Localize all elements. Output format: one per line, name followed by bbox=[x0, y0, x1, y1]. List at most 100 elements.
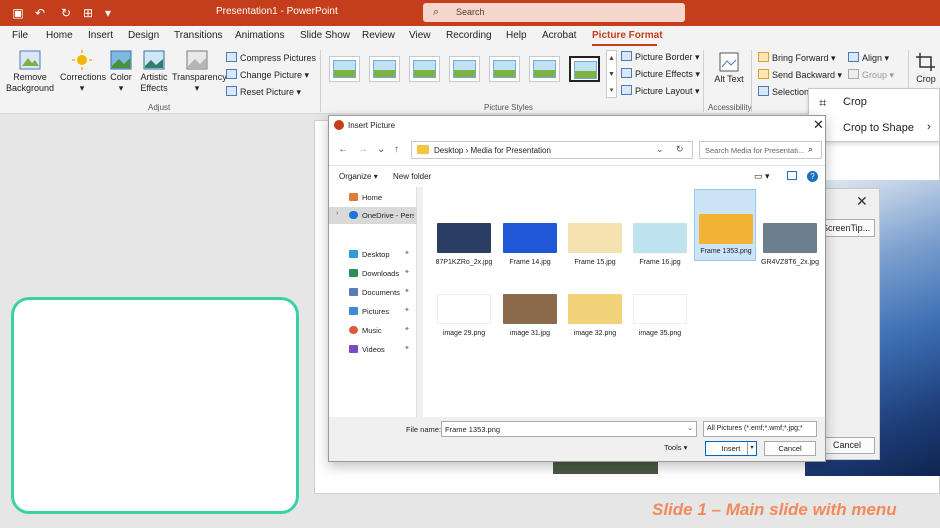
address-bar[interactable]: Desktop › Media for Presentation ⌄ ↻ bbox=[411, 141, 693, 159]
align-icon bbox=[848, 52, 859, 62]
nav-item-desktop[interactable]: Desktop ✦ bbox=[329, 246, 417, 263]
color-button[interactable]: Color ▾ bbox=[106, 50, 136, 94]
picture-style-5[interactable] bbox=[489, 56, 520, 82]
ribbon: Remove Background Corrections ▾ Color ▾ Ar… bbox=[0, 46, 940, 114]
nav-item-videos[interactable]: Videos ✦ bbox=[329, 341, 417, 358]
file-item[interactable]: image 35.png bbox=[629, 284, 691, 354]
divider bbox=[320, 50, 321, 112]
transparency-button[interactable]: Transparency ▾ bbox=[172, 50, 227, 94]
align-button[interactable]: Align ▾ bbox=[848, 52, 889, 64]
up-arrow-icon[interactable]: ↑ bbox=[394, 144, 399, 155]
tools-button[interactable]: Tools ▾ bbox=[664, 443, 687, 452]
tab-transitions[interactable]: Transitions bbox=[174, 30, 223, 41]
file-name-input[interactable]: Frame 1353.png ⌄ bbox=[441, 421, 697, 437]
back-arrow-icon[interactable]: ← bbox=[338, 144, 348, 155]
view-options-icon[interactable]: ▭ ▾ bbox=[754, 171, 770, 182]
redo-icon[interactable]: ↻ bbox=[58, 5, 74, 21]
picture-layout-button[interactable]: Picture Layout ▾ bbox=[621, 85, 700, 97]
selection-pane-button[interactable]: Selection bbox=[758, 86, 809, 97]
file-item[interactable]: 87P1KZRo_2x.jpg bbox=[433, 213, 495, 283]
nav-item-music[interactable]: Music ✦ bbox=[329, 322, 417, 339]
tab-view[interactable]: View bbox=[409, 30, 431, 41]
artistic-effects-button[interactable]: Artistic Effects bbox=[136, 50, 172, 94]
tab-acrobat[interactable]: Acrobat bbox=[542, 30, 576, 41]
file-thumbnail bbox=[763, 223, 817, 253]
dialog-search-input[interactable]: Search Media for Presentati... ⌕ bbox=[699, 141, 822, 159]
forward-arrow-icon[interactable]: → bbox=[358, 144, 368, 155]
insert-button[interactable]: Insert ▾ bbox=[705, 441, 757, 456]
picture-style-3[interactable] bbox=[409, 56, 440, 82]
chevron-down-icon[interactable]: ⌄ bbox=[687, 424, 693, 432]
corrections-button[interactable]: Corrections ▾ bbox=[60, 50, 106, 94]
tab-slide-show[interactable]: Slide Show bbox=[300, 30, 350, 41]
tab-help[interactable]: Help bbox=[506, 30, 527, 41]
picture-style-4[interactable] bbox=[449, 56, 480, 82]
picture-style-2[interactable] bbox=[369, 56, 400, 82]
preview-pane-icon[interactable] bbox=[787, 171, 797, 180]
tab-file[interactable]: File bbox=[12, 30, 28, 41]
nav-item-onedrive[interactable]: › OneDrive - Pers bbox=[329, 207, 417, 224]
picture-style-6[interactable] bbox=[529, 56, 560, 82]
chevron-down-icon[interactable]: ▾ bbox=[747, 442, 756, 455]
slide-thumbnail[interactable] bbox=[11, 297, 299, 514]
file-name: image 29.png bbox=[442, 330, 486, 337]
file-item[interactable]: image 32.png bbox=[564, 284, 626, 354]
nav-item-home[interactable]: Home bbox=[329, 189, 417, 206]
crop-button[interactable]: Crop bbox=[912, 52, 940, 85]
tab-animations[interactable]: Animations bbox=[235, 30, 284, 41]
send-backward-button[interactable]: Send Backward ▾ bbox=[758, 69, 842, 81]
alt-text-button[interactable]: Alt Text bbox=[712, 52, 746, 85]
pin-icon: ✦ bbox=[404, 307, 410, 314]
reset-picture-button[interactable]: Reset Picture ▾ bbox=[226, 86, 301, 98]
refresh-icon[interactable]: ↻ bbox=[676, 144, 684, 155]
file-type-filter[interactable]: All Pictures (*.emf;*.wmf;*.jpg;* bbox=[703, 421, 817, 437]
bring-forward-button[interactable]: Bring Forward ▾ bbox=[758, 52, 836, 64]
transparency-label: Transparency bbox=[172, 72, 227, 82]
file-item[interactable]: GR4VZ8T6_2x.jpg bbox=[759, 213, 821, 283]
tab-home[interactable]: Home bbox=[46, 30, 73, 41]
tab-picture-format[interactable]: Picture Format bbox=[592, 30, 663, 41]
customize-qat-icon[interactable]: ▾ bbox=[100, 5, 116, 21]
tab-design[interactable]: Design bbox=[128, 30, 159, 41]
nav-item-pictures[interactable]: Pictures ✦ bbox=[329, 303, 417, 320]
nav-item-downloads[interactable]: Downloads ✦ bbox=[329, 265, 417, 282]
close-icon[interactable]: ✕ bbox=[856, 193, 868, 210]
save-icon[interactable]: ▣ bbox=[10, 5, 26, 21]
crop-menu-item-crop[interactable]: ⌗ Crop bbox=[809, 91, 940, 115]
crop-menu-item-crop-to-shape[interactable]: Crop to Shape › bbox=[809, 117, 940, 141]
cancel-button[interactable]: Cancel bbox=[764, 441, 816, 456]
file-item[interactable]: image 29.png bbox=[433, 284, 495, 354]
group-button[interactable]: Group ▾ bbox=[848, 69, 894, 81]
picture-border-button[interactable]: Picture Border ▾ bbox=[621, 51, 700, 63]
nav-item-documents[interactable]: Documents ✦ bbox=[329, 284, 417, 301]
picture-effects-button[interactable]: Picture Effects ▾ bbox=[621, 68, 700, 80]
close-icon[interactable]: ✕ bbox=[813, 117, 824, 133]
file-item[interactable]: Frame 15.jpg bbox=[564, 213, 626, 283]
file-item[interactable]: image 31.jpg bbox=[499, 284, 561, 354]
background-cancel-button[interactable]: Cancel bbox=[819, 437, 875, 454]
file-thumbnail bbox=[503, 223, 557, 253]
accessibility-group-label: Accessibility bbox=[708, 103, 752, 112]
file-item-selected[interactable]: Frame 1353.png bbox=[694, 189, 756, 261]
chevron-down-icon[interactable]: ⌄ bbox=[377, 144, 385, 155]
pin-icon: ✦ bbox=[404, 326, 410, 333]
tab-recording[interactable]: Recording bbox=[446, 30, 492, 41]
picture-style-1[interactable] bbox=[329, 56, 360, 82]
styles-gallery-scroll[interactable]: ▲ ▼ ▾ bbox=[606, 50, 617, 98]
present-icon[interactable]: ⊞ bbox=[80, 5, 96, 21]
tab-insert[interactable]: Insert bbox=[88, 30, 113, 41]
file-item[interactable]: Frame 14.jpg bbox=[499, 213, 561, 283]
help-icon[interactable]: ? bbox=[807, 171, 818, 182]
organize-button[interactable]: Organize ▾ bbox=[339, 172, 378, 181]
file-item[interactable]: Frame 16.jpg bbox=[629, 213, 691, 283]
compress-pictures-button[interactable]: Compress Pictures bbox=[226, 52, 316, 63]
remove-background-button[interactable]: Remove Background bbox=[6, 50, 54, 94]
change-picture-button[interactable]: Change Picture ▾ bbox=[226, 69, 309, 81]
chevron-down-icon[interactable]: ⌄ bbox=[656, 144, 664, 155]
tab-review[interactable]: Review bbox=[362, 30, 395, 41]
picture-style-7[interactable] bbox=[569, 56, 600, 82]
chevron-right-icon[interactable]: › bbox=[336, 210, 338, 217]
search-box[interactable]: ⌕ Search bbox=[423, 3, 685, 22]
new-folder-button[interactable]: New folder bbox=[393, 172, 431, 181]
undo-icon[interactable]: ↶ bbox=[32, 5, 48, 21]
